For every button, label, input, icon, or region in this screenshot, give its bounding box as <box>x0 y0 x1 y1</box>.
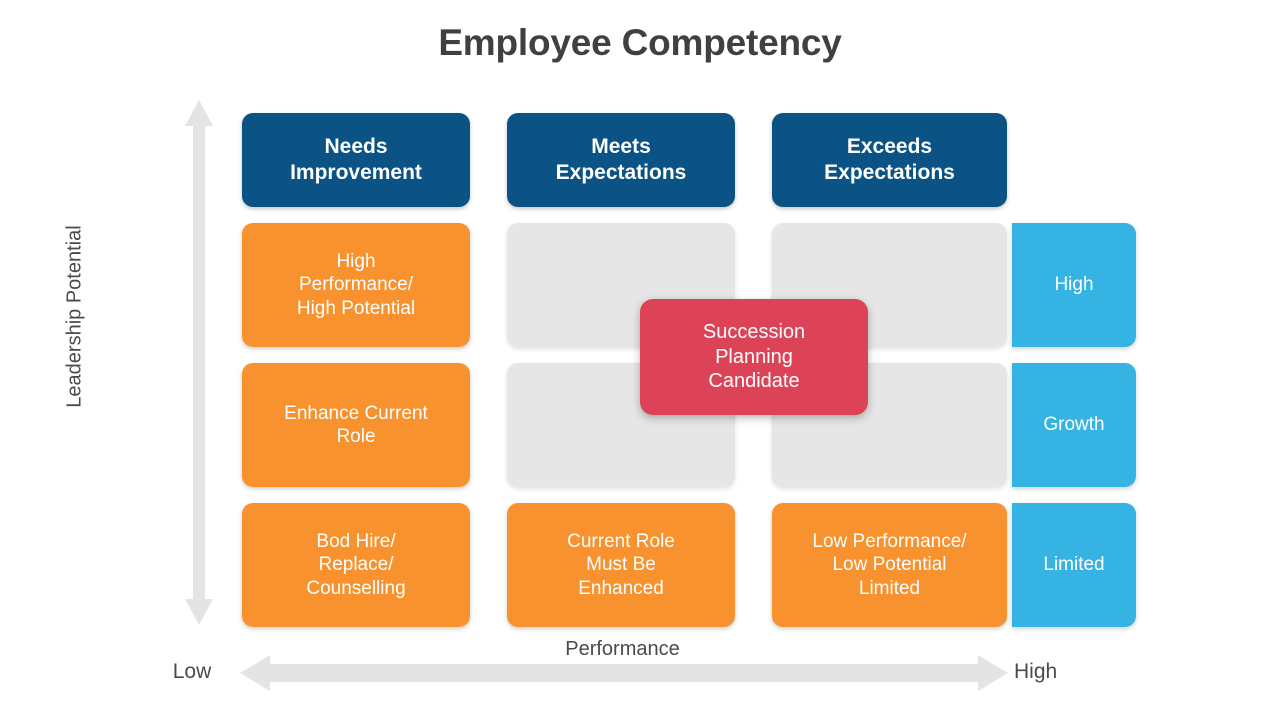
callout-text: Succession Planning Candidate <box>702 321 806 393</box>
x-axis-low-label: Low <box>172 660 212 683</box>
potential-label-text: Growth <box>1043 414 1105 436</box>
potential-label-high[interactable]: High <box>1012 223 1136 347</box>
column-header-needs-improvement[interactable]: Needs Improvement <box>242 113 470 207</box>
header-line-1: Exceeds <box>846 135 933 159</box>
cell-text: Low Performance/Low Potential Limited <box>812 531 967 599</box>
potential-label-limited[interactable]: Limited <box>1012 503 1136 627</box>
matrix-cell-r2c1[interactable]: Enhance Current Role <box>242 363 470 487</box>
matrix-cell-r3c3[interactable]: Low Performance/Low Potential Limited <box>772 503 1007 627</box>
page-title: Employee Competency <box>438 22 842 63</box>
potential-label-text: Limited <box>1043 554 1105 576</box>
column-header-text: Exceeds Expectations <box>824 134 955 185</box>
cell-text: Bod Hire/Replace/Counselling <box>306 531 406 599</box>
potential-label-text: High <box>1054 274 1094 296</box>
header-line-2: Expectations <box>824 161 955 184</box>
y-axis-arrow-icon <box>185 100 213 625</box>
header-line-2: Improvement <box>290 161 422 184</box>
x-axis-arrow-icon <box>240 655 1008 691</box>
column-header-exceeds-expectations[interactable]: Exceeds Expectations <box>772 113 1007 207</box>
header-line-1: Meets <box>591 135 651 159</box>
column-header-text: Meets Expectations <box>556 134 687 185</box>
cell-text: Enhance Current Role <box>284 402 428 447</box>
x-axis-high-label: High <box>1014 660 1058 683</box>
y-axis-label: Leadership Potential <box>63 225 86 408</box>
matrix-cell-r3c2[interactable]: Current Role Must Be Enhanced <box>507 503 735 627</box>
column-header-text: Needs Improvement <box>290 134 422 185</box>
matrix-cell-r3c1[interactable]: Bod Hire/Replace/Counselling <box>242 503 470 627</box>
succession-planning-callout[interactable]: Succession Planning Candidate <box>640 299 868 415</box>
column-header-meets-expectations[interactable]: Meets Expectations <box>507 113 735 207</box>
header-line-2: Expectations <box>555 161 687 184</box>
potential-label-growth[interactable]: Growth <box>1012 363 1136 487</box>
matrix-cell-r1c1[interactable]: High Performance/High Potential <box>242 223 470 347</box>
slide-canvas: Employee Competency Leadership Potential… <box>0 0 1280 720</box>
header-line-1: Needs <box>324 135 388 159</box>
cell-text: Current Role Must Be Enhanced <box>567 531 675 599</box>
cell-text: High Performance/High Potential <box>296 251 416 319</box>
